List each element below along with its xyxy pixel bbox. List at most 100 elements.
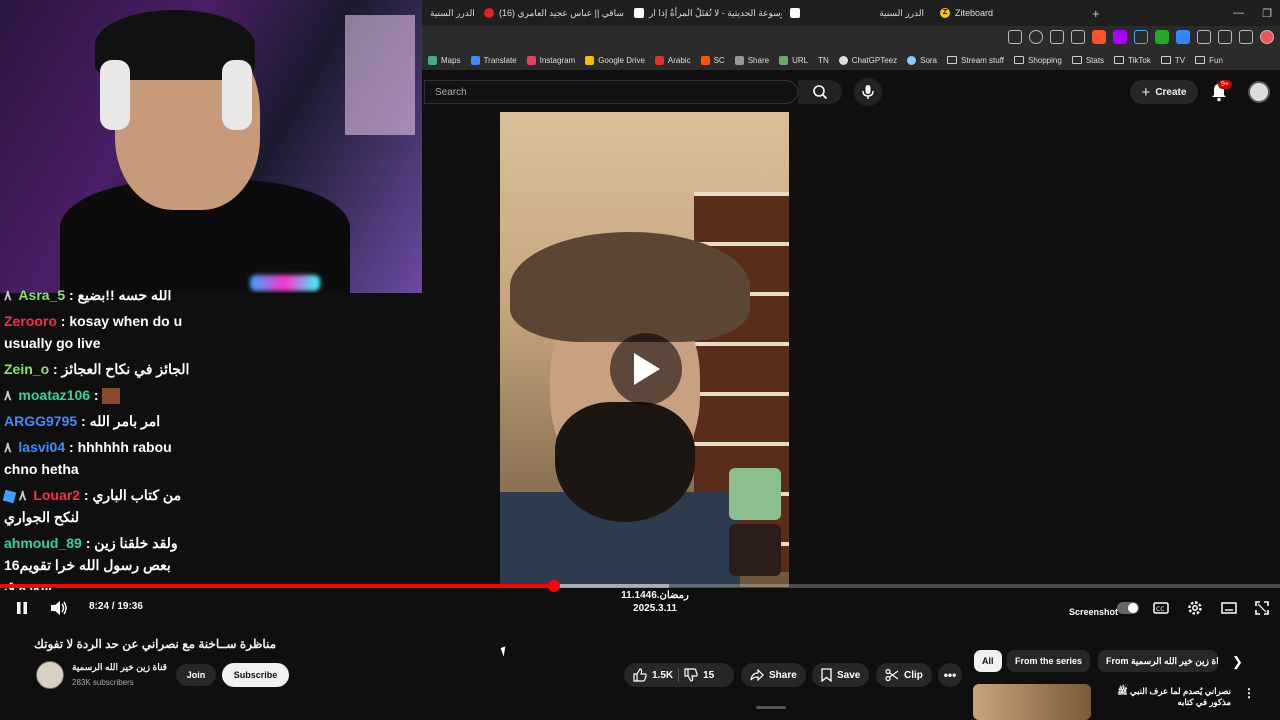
browser-tab[interactable]: الدرر السنية — [422, 0, 476, 26]
bookmark-item[interactable]: Translate — [470, 55, 517, 65]
bookmark-item[interactable]: Arabic — [654, 55, 691, 65]
search-input[interactable] — [425, 81, 797, 103]
browser-tab[interactable]: الدرر السنية — [782, 0, 932, 26]
bookmark-item[interactable]: URL — [779, 55, 809, 65]
bookmark-item[interactable]: Sora — [907, 55, 938, 65]
bookmark-folder[interactable]: Fun — [1195, 56, 1223, 65]
chat-message: ٨ lasvi04 : hhhhhh rabou chno hetha — [0, 436, 200, 484]
chat-message: ٨ Asra_5 : الله حسه !!بضيع — [0, 290, 200, 310]
media-icon[interactable] — [1239, 30, 1253, 44]
buffer-bar — [554, 584, 670, 588]
browser-tab-strip: الدرر السنية (16) اجمل ساقي || عباس عجيد… — [422, 0, 1280, 26]
bookmark-item[interactable]: Google Drive — [585, 55, 645, 65]
more-horizontal-icon: ••• — [943, 668, 957, 682]
create-button[interactable]: + Create — [1130, 80, 1198, 104]
maximize-icon[interactable]: ❐ — [1262, 7, 1272, 20]
chip-from-channel[interactable]: From قناة زين خير الله الرسمية — [1098, 650, 1218, 672]
captions-button[interactable]: CC — [1151, 596, 1171, 620]
bookmark-item[interactable]: Share — [734, 55, 769, 65]
share-icon[interactable] — [1050, 30, 1064, 44]
zoom-icon[interactable] — [1029, 30, 1043, 44]
chevron-right-icon[interactable]: ❯ — [1232, 654, 1243, 670]
volume-button[interactable] — [48, 596, 70, 620]
settings-button[interactable] — [1185, 596, 1205, 620]
tab-label: الدرر السنية — [879, 7, 924, 18]
bookmark-star-icon[interactable] — [1071, 30, 1085, 44]
screenshot-toggle[interactable] — [1117, 602, 1139, 614]
bookmark-folder[interactable]: TikTok — [1114, 56, 1151, 65]
chat-badge: ٨ — [4, 387, 12, 403]
recommended-title[interactable]: نصراني يُصدم لما عرف النبي ﷺ مذكور في كت… — [1097, 686, 1231, 708]
voice-search-button[interactable] — [854, 78, 882, 106]
bookmark-item[interactable]: Instagram — [526, 55, 575, 65]
recommended-thumbnail[interactable] — [973, 684, 1091, 720]
save-button[interactable]: Save — [812, 663, 870, 687]
subscribe-button[interactable]: Subscribe — [222, 663, 289, 687]
clip-button[interactable]: Clip — [876, 663, 932, 687]
theater-mode-button[interactable] — [1219, 596, 1239, 620]
more-vertical-icon[interactable]: ⋮ — [1243, 686, 1255, 700]
share-label: Share — [769, 669, 797, 681]
play-icon — [634, 353, 660, 385]
chat-username: Zein_o — [4, 361, 50, 377]
extension-icon[interactable] — [1197, 30, 1211, 44]
bookmark-label: URL — [792, 55, 809, 65]
extension-icon[interactable] — [1134, 30, 1148, 44]
dislike-button[interactable]: 15 — [684, 668, 714, 682]
captions-icon: CC — [1153, 602, 1169, 614]
fullscreen-button[interactable] — [1252, 596, 1272, 620]
more-actions-button[interactable]: ••• — [938, 663, 962, 687]
share-button[interactable]: Share — [741, 663, 806, 687]
cast-icon[interactable] — [1008, 30, 1022, 44]
bookmark-folder[interactable]: Stream stuff — [947, 56, 1004, 65]
channel-name[interactable]: قناة زين خير الله الرسمية — [72, 662, 167, 673]
chat-text: : الله حسه !!بضيع — [69, 290, 172, 303]
bookmark-label: Sora — [920, 55, 938, 65]
bookmark-item[interactable]: TN — [818, 56, 829, 65]
minimize-icon[interactable]: — — [1233, 7, 1244, 19]
browser-tab[interactable]: الموسوعة الحديثية - لا تُقتَلُ المرأةُ إ… — [626, 0, 782, 26]
youtube-header: + Create 9+ — [422, 72, 1280, 112]
folder-icon — [1071, 56, 1082, 64]
account-avatar[interactable] — [1248, 81, 1270, 103]
join-button[interactable]: Join — [176, 664, 216, 686]
scrubber-handle[interactable] — [548, 580, 561, 592]
url-icon — [779, 55, 789, 65]
bookmark-folder[interactable]: TV — [1160, 56, 1185, 65]
bookmark-item[interactable]: Maps — [428, 55, 461, 65]
pause-button[interactable] — [12, 596, 32, 620]
chat-message: Zein_o : الجائز في نكاح العجائز — [0, 358, 200, 384]
channel-avatar[interactable] — [36, 661, 64, 689]
brave-shield-icon[interactable] — [1092, 30, 1106, 44]
clip-label: Clip — [904, 669, 923, 681]
like-count: 1.5K — [652, 669, 674, 681]
bookmark-label: Stream stuff — [961, 55, 1004, 65]
chat-message: Zerooro : kosay when do u usually go liv… — [0, 310, 200, 358]
extension-icon[interactable] — [1155, 30, 1169, 44]
big-play-button[interactable] — [610, 333, 682, 405]
headphone-left — [100, 60, 130, 130]
profile-icon[interactable] — [1260, 30, 1274, 44]
like-button[interactable]: 1.5K — [633, 668, 673, 682]
tab-label: الموسوعة الحديثية - لا تُقتَلُ المرأةُ إ… — [649, 7, 782, 18]
browser-tab-active[interactable]: Z Ziteboard — [932, 0, 1082, 26]
progress-fill — [0, 584, 555, 588]
extension-icon[interactable] — [1176, 30, 1190, 44]
search-button[interactable] — [798, 80, 842, 104]
browser-tab[interactable]: (16) اجمل ساقي || عباس عجيد العامري — [476, 0, 626, 26]
bookmark-item[interactable]: ChatGPTeez — [838, 55, 897, 65]
chat-username: moataz106 — [18, 387, 91, 403]
soundcloud-icon — [700, 55, 710, 65]
rgb-light — [250, 275, 320, 291]
bookmark-folder[interactable]: Shopping — [1014, 56, 1062, 65]
chip-all[interactable]: All — [974, 650, 1002, 672]
sidebar-icon[interactable] — [1218, 30, 1232, 44]
chip-from-series[interactable]: From the series — [1007, 650, 1091, 672]
bookmark-folder[interactable]: Stats — [1071, 56, 1104, 65]
search-box — [424, 80, 798, 104]
google-drive-icon — [585, 55, 595, 65]
progress-bar[interactable] — [0, 580, 1280, 592]
bookmark-item[interactable]: SC — [700, 55, 725, 65]
new-tab-icon[interactable]: + — [1082, 6, 1110, 21]
brave-rewards-icon[interactable] — [1113, 30, 1127, 44]
